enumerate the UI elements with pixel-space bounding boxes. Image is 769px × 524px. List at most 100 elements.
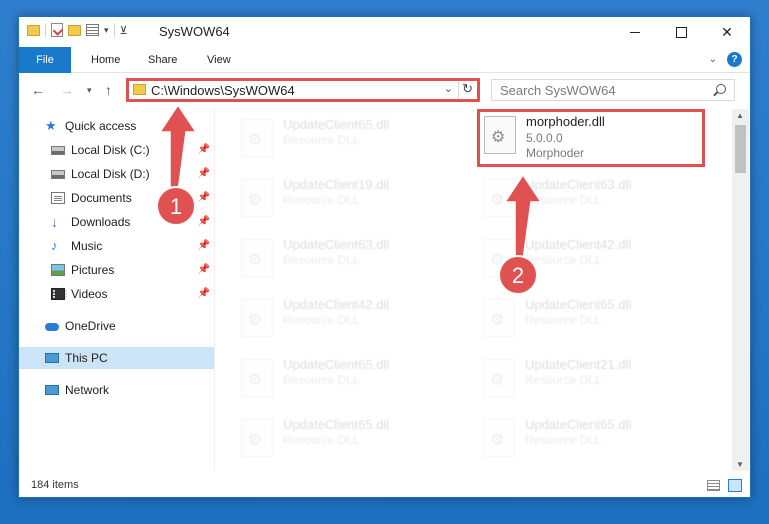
file-name: UpdateClient21.dll xyxy=(525,357,632,372)
title-bar: ▾ ⊻ SysWOW64 ✕ xyxy=(19,17,750,47)
disk-icon xyxy=(51,169,65,179)
up-arrow-icon[interactable]: ↑ xyxy=(105,82,112,98)
sidebar-item-label: Music xyxy=(71,239,103,253)
list-item[interactable]: UpdateClient63.dll Resource DLL xyxy=(477,173,707,225)
dll-file-icon xyxy=(483,359,515,397)
sidebar-item-label: This PC xyxy=(65,351,108,365)
address-bar[interactable]: C:\Windows\SysWOW64 ⌄ ↻ xyxy=(126,78,480,102)
star-icon: ★ xyxy=(45,118,57,133)
sidebar-item-network[interactable]: Network xyxy=(19,379,214,401)
folder-icon xyxy=(133,84,146,95)
dll-file-icon xyxy=(241,179,273,217)
window-controls: ✕ xyxy=(612,17,750,47)
list-item[interactable]: UpdateClient65.dll Resource DLL xyxy=(477,413,707,465)
scroll-up-icon[interactable]: ▲ xyxy=(736,111,744,120)
tab-view[interactable]: View xyxy=(195,47,243,73)
list-item[interactable]: UpdateClient19.dll Resource DLL xyxy=(235,173,465,225)
recent-locations-icon[interactable]: ▾ xyxy=(87,85,92,96)
sidebar-item-pictures[interactable]: Pictures 📌 xyxy=(19,259,214,281)
pin-icon[interactable]: 📌 xyxy=(198,216,210,227)
address-path[interactable]: C:\Windows\SysWOW64 xyxy=(151,83,295,98)
status-bar: 184 items xyxy=(19,475,750,497)
pictures-icon xyxy=(51,264,65,276)
tab-file[interactable]: File xyxy=(19,47,71,73)
back-arrow-icon[interactable]: ← xyxy=(31,82,45,98)
sidebar-item-label: Downloads xyxy=(71,215,131,229)
list-item[interactable]: UpdateClient63.dll Resource DLL xyxy=(235,233,465,285)
file-name: UpdateClient42.dll xyxy=(525,237,632,252)
file-description: Morphoder xyxy=(526,146,585,160)
sidebar-item-documents[interactable]: Documents 📌 xyxy=(19,187,214,209)
tiles-view-icon[interactable] xyxy=(728,479,742,492)
dll-file-icon xyxy=(241,299,273,337)
list-item[interactable]: UpdateClient65.dll Resource DLL xyxy=(235,113,465,165)
vertical-scrollbar[interactable]: ▲ ▼ xyxy=(732,109,749,471)
list-item[interactable]: UpdateClient21.dll Resource DLL xyxy=(477,353,707,405)
divider xyxy=(113,23,115,37)
details-view-icon[interactable] xyxy=(707,480,720,491)
view-icon[interactable] xyxy=(86,24,99,36)
chevron-down-icon[interactable]: ⌄ xyxy=(444,82,453,95)
search-icon[interactable] xyxy=(716,84,726,94)
forward-arrow-icon[interactable]: → xyxy=(60,82,74,98)
sidebar-item-quick-access[interactable]: ★ Quick access xyxy=(19,115,214,137)
file-type: Resource DLL xyxy=(283,373,360,387)
list-item[interactable]: UpdateClient42.dll Resource DLL xyxy=(477,233,707,285)
new-folder-icon[interactable] xyxy=(68,24,81,36)
dll-file-icon xyxy=(484,116,516,154)
dll-file-icon xyxy=(483,299,515,337)
highlighted-file-morphoder[interactable]: morphoder.dll 5.0.0.0 Morphoder xyxy=(477,109,705,167)
search-input[interactable]: Search SysWOW64 xyxy=(500,83,616,98)
list-item[interactable]: UpdateClient42.dll Resource DLL xyxy=(235,293,465,345)
sidebar-item-videos[interactable]: Videos 📌 xyxy=(19,283,214,305)
disk-icon xyxy=(51,145,65,155)
pin-icon[interactable]: 📌 xyxy=(198,168,210,179)
pin-icon[interactable]: 📌 xyxy=(198,264,210,275)
scroll-down-icon[interactable]: ▼ xyxy=(736,460,744,469)
close-button[interactable]: ✕ xyxy=(704,17,750,47)
sidebar-item-onedrive[interactable]: OneDrive xyxy=(19,315,214,337)
minimize-button[interactable] xyxy=(612,17,658,47)
file-type: Resource DLL xyxy=(283,193,360,207)
sidebar-item-local-disk-c[interactable]: Local Disk (C:) 📌 xyxy=(19,139,214,161)
file-type: Resource DLL xyxy=(283,433,360,447)
file-name: UpdateClient19.dll xyxy=(283,177,390,192)
list-item[interactable]: UpdateClient65.dll Resource DLL xyxy=(235,353,465,405)
list-item[interactable]: UpdateClient65.dll Resource DLL xyxy=(477,293,707,345)
sidebar-item-label: Network xyxy=(65,383,110,397)
customize-toolbar-icon[interactable]: ⊻ xyxy=(120,24,128,37)
file-type: Resource DLL xyxy=(283,253,360,267)
divider xyxy=(458,81,459,99)
dll-file-icon xyxy=(483,179,515,217)
help-icon[interactable]: ? xyxy=(727,52,742,67)
folder-icon xyxy=(27,24,40,36)
file-type: Resource DLL xyxy=(525,313,602,327)
search-box[interactable]: Search SysWOW64 xyxy=(491,79,735,101)
list-item[interactable]: UpdateClient65.dll Resource DLL xyxy=(235,413,465,465)
divider xyxy=(45,23,46,37)
sidebar-item-this-pc[interactable]: This PC xyxy=(19,347,214,369)
refresh-icon[interactable]: ↻ xyxy=(462,81,473,97)
chevron-down-icon[interactable]: ⌄ xyxy=(709,54,717,65)
scrollbar-thumb[interactable] xyxy=(735,125,746,173)
navigation-pane: ★ Quick access Local Disk (C:) 📌 Local D… xyxy=(19,109,214,471)
tab-share[interactable]: Share xyxy=(136,47,189,73)
sidebar-item-music[interactable]: ♪ Music 📌 xyxy=(19,235,214,257)
file-name: UpdateClient65.dll xyxy=(283,417,390,432)
chevron-down-icon[interactable]: ▾ xyxy=(104,25,109,36)
file-type: Resource DLL xyxy=(283,313,360,327)
tab-home[interactable]: Home xyxy=(79,47,132,73)
pin-icon[interactable]: 📌 xyxy=(198,288,210,299)
file-name: morphoder.dll xyxy=(526,114,605,129)
dll-file-icon xyxy=(483,239,515,277)
properties-icon[interactable] xyxy=(51,23,63,37)
dll-file-icon xyxy=(241,119,273,157)
sidebar-item-local-disk-d[interactable]: Local Disk (D:) 📌 xyxy=(19,163,214,185)
maximize-button[interactable] xyxy=(658,17,704,47)
download-icon: ↓ xyxy=(51,214,58,230)
pin-icon[interactable]: 📌 xyxy=(198,144,210,155)
pin-icon[interactable]: 📌 xyxy=(198,240,210,251)
sidebar-item-downloads[interactable]: ↓ Downloads 📌 xyxy=(19,211,214,233)
pin-icon[interactable]: 📌 xyxy=(198,192,210,203)
network-icon xyxy=(45,385,59,395)
